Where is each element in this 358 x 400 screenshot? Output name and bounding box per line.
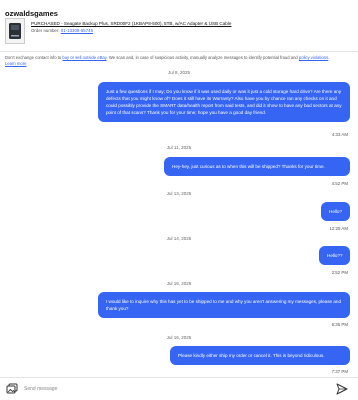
seller-username[interactable]: ozwaldsgames xyxy=(5,9,58,18)
date-separator: Jul 8, 2025 xyxy=(167,70,191,75)
date-separator: Jul 11, 2025 xyxy=(166,145,192,150)
item-thumbnail[interactable] xyxy=(5,18,25,44)
message-timestamp: 6:35 PM xyxy=(331,322,348,327)
order-label: Order number: xyxy=(31,28,60,33)
message-timestamp: 7:37 PM xyxy=(331,369,348,374)
order-number-link[interactable]: 01-13308-55745 xyxy=(61,28,93,33)
message-timestamp: 4:52 PM xyxy=(331,181,348,186)
message-bubble[interactable]: Hello? xyxy=(321,202,350,221)
message-bubble[interactable]: I would like to inquire why this has yet… xyxy=(98,292,350,318)
item-title-link[interactable]: PURCHASED - Seagate Backup Plus, SRD00F2… xyxy=(31,20,231,27)
date-separator: Jul 13, 2025 xyxy=(166,191,192,196)
notice-text-mid: . We scan and, in case of suspicious act… xyxy=(106,55,298,60)
message-bubble[interactable]: Please kindly either ship my order or ca… xyxy=(170,346,350,365)
header-divider xyxy=(0,51,358,52)
order-line: Order number: 01-13308-55745 xyxy=(31,27,231,34)
notice-text-pre: Don't exchange contact info to xyxy=(5,55,62,60)
message-timestamp: 4:33 AM xyxy=(331,132,348,137)
safety-notice: Don't exchange contact info to buy or se… xyxy=(5,55,353,67)
date-separator: Jul 16, 2025 xyxy=(166,281,192,286)
buy-sell-outside-ebay-link[interactable]: buy or sell outside eBay xyxy=(62,55,106,60)
hard-drive-icon xyxy=(9,23,21,39)
message-composer xyxy=(0,377,358,400)
learn-more-link[interactable]: Learn more xyxy=(5,61,26,66)
policy-violations-link[interactable]: policy violations xyxy=(299,55,328,60)
message-bubble[interactable]: Just a few questions if I may; Do you kn… xyxy=(98,82,350,122)
notice-text-post: . xyxy=(328,55,330,60)
date-separator: Jul 14, 2025 xyxy=(166,236,192,241)
send-icon[interactable] xyxy=(336,383,348,395)
conversation-header: ozwaldsgames xyxy=(0,0,358,18)
send-message-input[interactable] xyxy=(24,382,324,396)
date-separator: Jul 16, 2025 xyxy=(166,335,192,340)
message-bubble[interactable]: Hey-hey, just curious as to when this wi… xyxy=(164,157,350,176)
message-timestamp: 12:25 AM xyxy=(329,226,348,231)
message-bubble[interactable]: Hello?? xyxy=(319,246,350,265)
image-gallery-icon[interactable] xyxy=(6,383,18,395)
message-timestamp: 2:52 PM xyxy=(331,270,348,275)
item-card[interactable]: PURCHASED - Seagate Backup Plus, SRD00F2… xyxy=(5,18,353,48)
